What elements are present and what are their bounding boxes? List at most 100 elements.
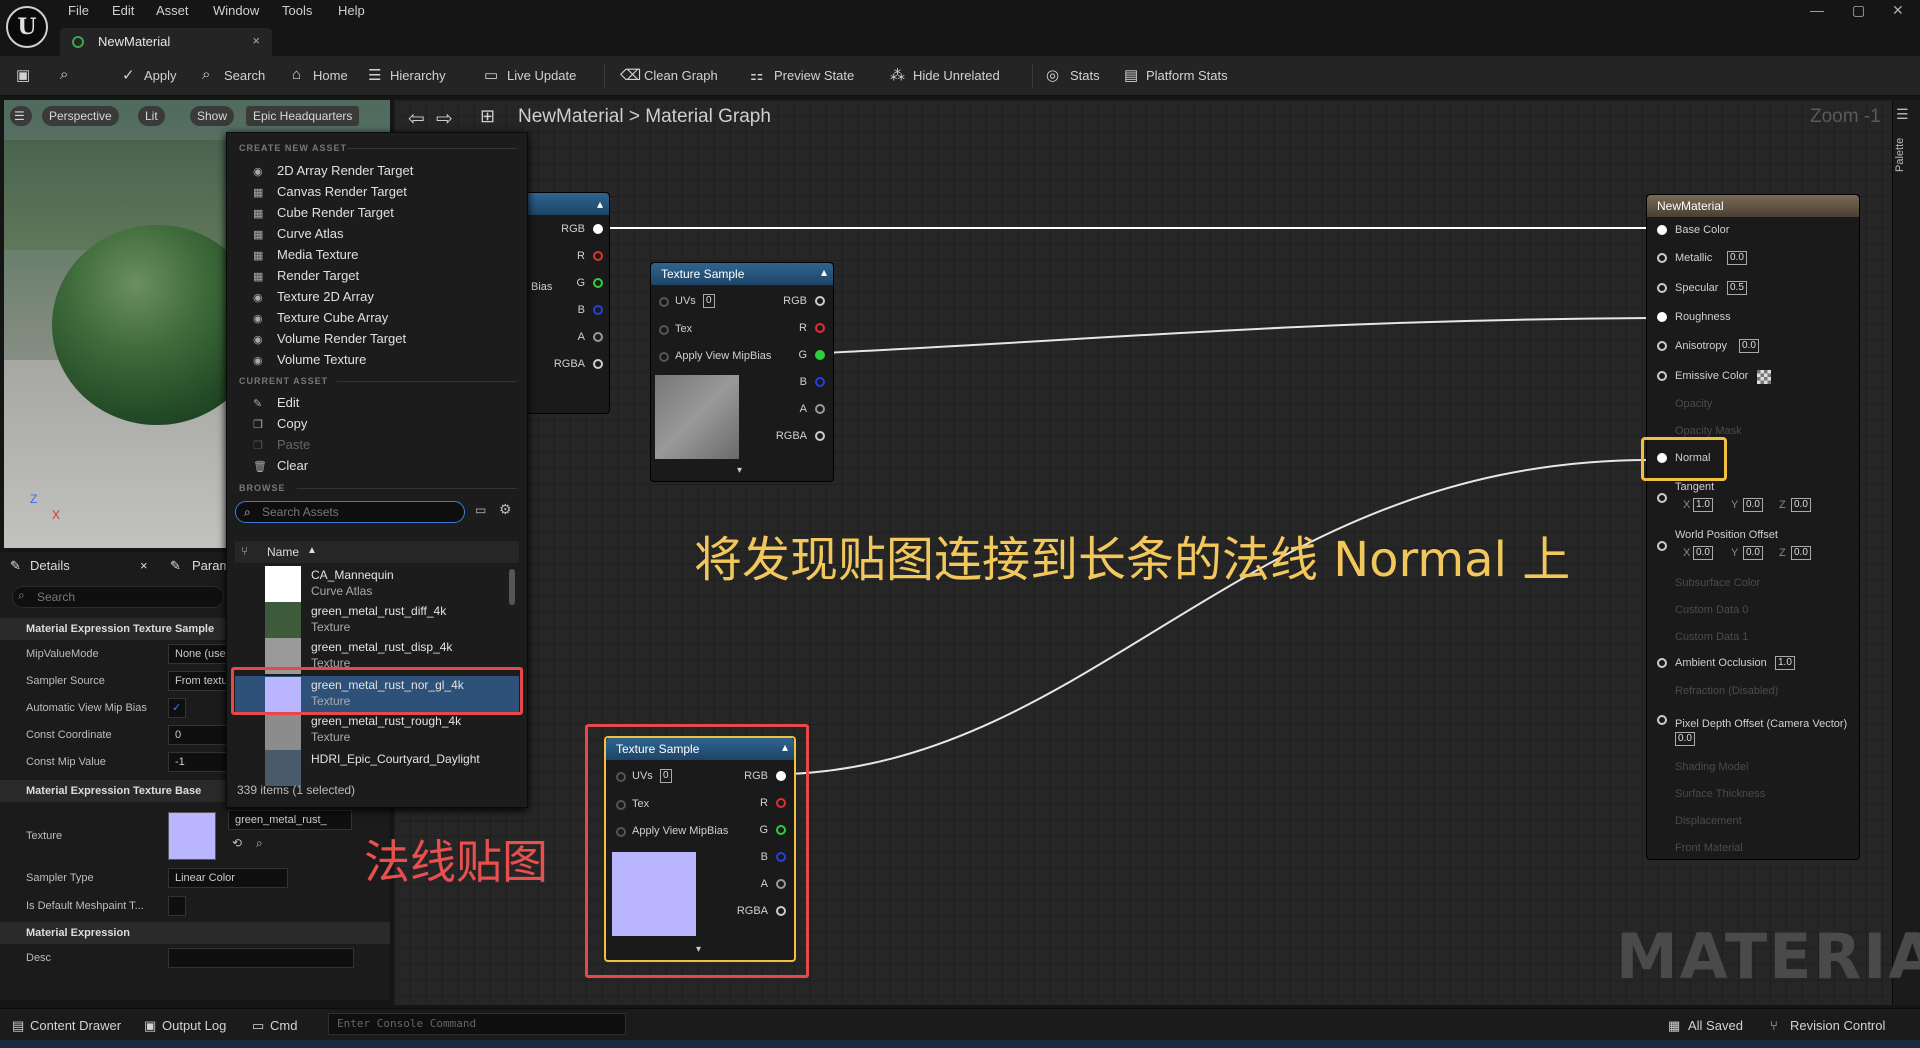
specular-value[interactable]: 0.5 [1727, 281, 1747, 295]
asset-name[interactable]: HDRI_Epic_Courtyard_Daylight [311, 752, 480, 766]
node-header[interactable]: NewMaterial [1647, 195, 1859, 217]
out-r-connector[interactable] [815, 323, 825, 333]
cmd-dropdown[interactable]: Cmd [270, 1018, 297, 1033]
pin-tex-connector[interactable] [616, 800, 626, 810]
output-log-button[interactable]: Output Log [162, 1018, 226, 1033]
settings-gear-icon[interactable]: ⚙ [499, 501, 512, 518]
ao-value[interactable]: 1.0 [1775, 656, 1795, 670]
menu-item-edit[interactable]: Edit [277, 395, 299, 410]
pin-rgba-connector[interactable] [593, 359, 603, 369]
asset-name[interactable]: green_metal_rust_diff_4k [311, 604, 446, 618]
tangent-z[interactable]: 0.0 [1791, 498, 1811, 512]
pin-tex-connector[interactable] [659, 325, 669, 335]
pin-mipbias-connector[interactable] [616, 827, 626, 837]
uvs-value[interactable]: 0 [660, 769, 672, 783]
pin-uvs-connector[interactable] [616, 772, 626, 782]
ao-connector[interactable] [1657, 658, 1667, 668]
pin-specular: Specular [1675, 282, 1719, 294]
menu-item-2d-array-render-target[interactable]: 2D Array Render Target [277, 163, 413, 178]
out-g-connector[interactable] [776, 825, 786, 835]
wpo-z[interactable]: 0.0 [1791, 546, 1811, 560]
metallic-value[interactable]: 0.0 [1727, 251, 1747, 265]
wpo-x[interactable]: 0.0 [1693, 546, 1713, 560]
menu-item-cube-render-target[interactable]: Cube Render Target [277, 205, 394, 220]
out-rgb-connector[interactable] [815, 296, 825, 306]
expand-icon[interactable]: ▾ [696, 944, 701, 955]
cmd-icon: ▭ [252, 1018, 265, 1033]
pin-mipbias-connector[interactable] [659, 352, 669, 362]
divider [337, 381, 517, 382]
uvs-value[interactable]: 0 [703, 294, 715, 308]
menu-item-texture-cube-array[interactable]: Texture Cube Array [277, 310, 388, 325]
out-g-connector[interactable] [815, 350, 825, 360]
pin-r-connector[interactable] [593, 251, 603, 261]
out-r-connector[interactable] [776, 798, 786, 808]
out-rgb: RGB [783, 295, 807, 307]
collapse-icon[interactable]: ▴ [821, 265, 827, 279]
expand-icon[interactable]: ▾ [737, 465, 742, 476]
console-input[interactable]: Enter Console Command [328, 1013, 626, 1035]
node-header[interactable]: Texture Sample [651, 263, 833, 285]
asset-name[interactable]: CA_Mannequin [311, 568, 394, 582]
pin-uvs-connector[interactable] [659, 297, 669, 307]
menu-item-volume-render-target[interactable]: Volume Render Target [277, 331, 406, 346]
texture-sample-node-bottom[interactable]: Texture Sample ▴ UVs 0 Tex Apply View Mi… [604, 736, 796, 962]
normal-connector[interactable] [1657, 453, 1667, 463]
revision-control-button[interactable]: Revision Control [1790, 1018, 1885, 1033]
pin-g-connector[interactable] [593, 278, 603, 288]
content-drawer-button[interactable]: Content Drawer [30, 1018, 121, 1033]
tangent-x[interactable]: 1.0 [1693, 498, 1713, 512]
menu-item-canvas-render-target[interactable]: Canvas Render Target [277, 184, 407, 199]
out-b-connector[interactable] [776, 852, 786, 862]
texture-sample-node-mid[interactable]: Texture Sample ▴ UVs 0 Tex Apply View Mi… [650, 262, 834, 482]
specular-connector[interactable] [1657, 283, 1667, 293]
node-header[interactable]: Texture Sample [606, 738, 794, 760]
menu-item-render-target[interactable]: Render Target [277, 268, 359, 283]
tangent-y[interactable]: 0.0 [1743, 498, 1763, 512]
roughness-connector[interactable] [1657, 312, 1667, 322]
basecolor-connector[interactable] [1657, 225, 1667, 235]
pin-surface-thickness: Surface Thickness [1675, 788, 1766, 800]
all-saved-button[interactable]: All Saved [1688, 1018, 1743, 1033]
pin-opacity-mask: Opacity Mask [1675, 425, 1742, 437]
pdo-value[interactable]: 0.0 [1675, 732, 1695, 746]
emissive-connector[interactable] [1657, 371, 1667, 381]
out-rgb-connector[interactable] [776, 771, 786, 781]
filter-icon[interactable]: ⑂ [241, 544, 248, 558]
pin-r: R [577, 250, 585, 262]
out-rgba-connector[interactable] [815, 431, 825, 441]
asset-list-scrollbar[interactable] [509, 569, 515, 605]
menu-item-volume-texture[interactable]: Volume Texture [277, 352, 366, 367]
pdo-connector[interactable] [1657, 715, 1667, 725]
menu-item-paste[interactable]: Paste [277, 437, 310, 452]
asset-name[interactable]: green_metal_rust_rough_4k [311, 714, 461, 728]
menu-item-texture-2d-array[interactable]: Texture 2D Array [277, 289, 374, 304]
node-header[interactable]: ▴ [521, 193, 609, 215]
out-rgba-connector[interactable] [776, 906, 786, 916]
anisotropy-value[interactable]: 0.0 [1739, 339, 1759, 353]
out-a-connector[interactable] [815, 404, 825, 414]
asset-search-input[interactable]: ⌕ Search Assets [235, 501, 465, 523]
asset-name[interactable]: green_metal_rust_disp_4k [311, 640, 452, 654]
tangent-connector[interactable] [1657, 493, 1667, 503]
menu-item-media-texture[interactable]: Media Texture [277, 247, 358, 262]
metallic-connector[interactable] [1657, 253, 1667, 263]
pin-b-connector[interactable] [593, 305, 603, 315]
folder-icon[interactable]: ▭ [475, 503, 486, 517]
texture-sample-node-left[interactable]: ▴ RGB R G B A RGBA Bias [520, 192, 610, 414]
emissive-swatch[interactable] [1757, 370, 1771, 384]
collapse-icon[interactable]: ▴ [782, 740, 788, 754]
menu-item-copy[interactable]: Copy [277, 416, 307, 431]
pin-rgb-connector[interactable] [593, 224, 603, 234]
menu-item-clear[interactable]: Clear [277, 458, 308, 473]
material-result-node[interactable]: NewMaterial Base Color Metallic 0.0 Spec… [1641, 194, 1860, 860]
wpo-connector[interactable] [1657, 541, 1667, 551]
volume-render-target-icon: ◉ [253, 334, 263, 346]
menu-item-curve-atlas[interactable]: Curve Atlas [277, 226, 343, 241]
wpo-y[interactable]: 0.0 [1743, 546, 1763, 560]
pin-a-connector[interactable] [593, 332, 603, 342]
out-b-connector[interactable] [815, 377, 825, 387]
out-a-connector[interactable] [776, 879, 786, 889]
anisotropy-connector[interactable] [1657, 341, 1667, 351]
name-column-header[interactable]: Name [267, 545, 299, 559]
